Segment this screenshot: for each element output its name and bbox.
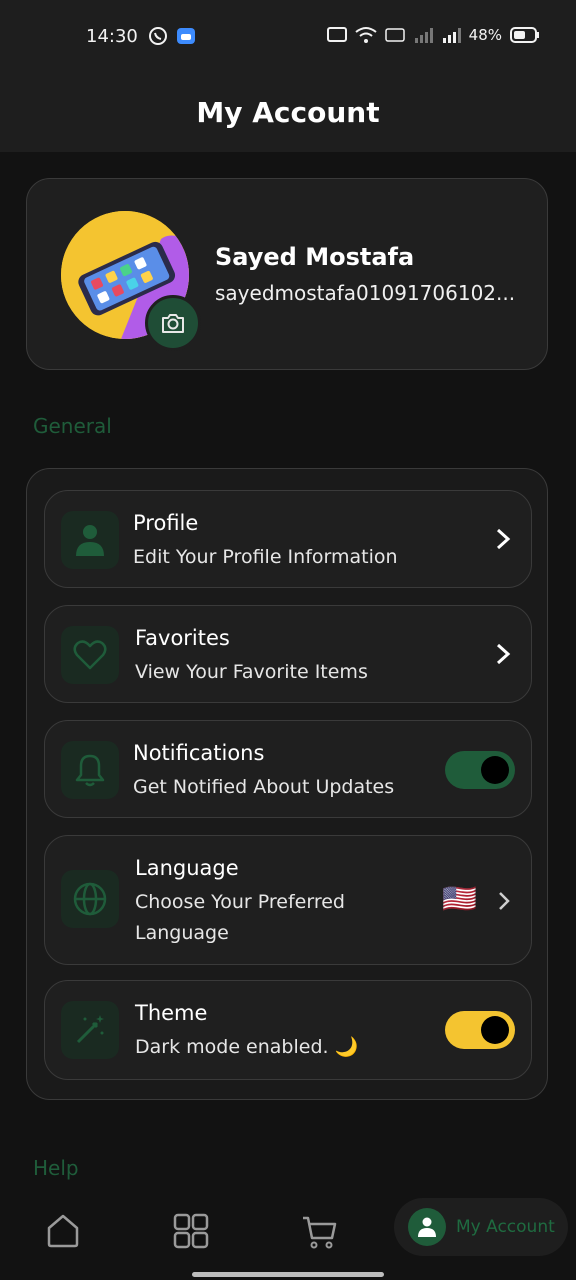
settings-item-subtitle: View Your Favorite Items [135,661,368,683]
theme-toggle[interactable] [445,1011,515,1049]
toggle-knob [481,1016,509,1044]
settings-item-subtitle: Get Notified About Updates [133,776,395,798]
wifi-icon [355,27,377,43]
person-icon [418,1217,436,1237]
volte-icon [384,28,405,42]
section-general-label: General [33,414,112,438]
flag-us-icon: 🇺🇸 [442,882,477,915]
home-indicator[interactable] [192,1272,384,1277]
settings-item-title: Language [135,856,239,880]
bell-icon [75,754,105,787]
settings-item-theme[interactable]: Theme Dark mode enabled. 🌙 [44,980,532,1080]
settings-card: Profile Edit Your Profile Information Fa… [26,468,548,1100]
user-name: Sayed Mostafa [215,243,415,271]
nav-home[interactable] [44,1212,82,1254]
android-studio-icon [177,28,195,44]
signal-weak-icon [414,28,433,43]
chevron-right-icon [499,892,510,910]
heart-icon [73,640,107,670]
section-help-label: Help [33,1156,79,1180]
change-photo-button[interactable] [145,295,201,351]
signal-icon [442,28,461,43]
nav-my-account-label: My Account [456,1217,555,1237]
settings-item-subtitle: Edit Your Profile Information [133,546,398,568]
nav-categories[interactable] [172,1212,210,1254]
settings-item-notifications[interactable]: Notifications Get Notified About Updates [44,720,532,818]
settings-item-title: Notifications [133,741,265,765]
chevron-right-icon [496,643,511,665]
status-bar: 14:30 48% [0,0,576,72]
settings-item-title: Favorites [135,626,230,650]
person-icon [76,525,104,556]
grid-icon [173,1213,209,1249]
app-header: My Account [0,72,576,152]
settings-item-subtitle: Dark mode enabled. 🌙 [135,1036,359,1058]
magic-wand-icon [76,1015,104,1044]
toggle-knob [481,756,509,784]
battery-icon [510,27,539,43]
nav-my-account[interactable]: My Account [394,1198,568,1256]
chevron-right-icon [496,528,511,550]
battery-percent: 48% [468,26,502,44]
status-time: 14:30 [86,26,138,47]
settings-item-profile[interactable]: Profile Edit Your Profile Information [44,490,532,588]
profile-card[interactable]: Sayed Mostafa sayedmostafa01091706102... [26,178,548,370]
camera-icon [162,314,184,333]
whatsapp-icon [149,27,167,45]
cast-icon [326,27,347,42]
settings-item-favorites[interactable]: Favorites View Your Favorite Items [44,605,532,703]
settings-item-title: Theme [135,1001,208,1025]
bottom-nav: My Account [0,1196,576,1280]
settings-item-language[interactable]: Language Choose Your Preferred Language … [44,835,532,965]
home-icon [47,1214,79,1248]
settings-item-title: Profile [133,511,199,535]
user-email: sayedmostafa01091706102... [215,281,516,305]
cart-icon [303,1216,337,1249]
globe-icon [73,882,107,916]
nav-cart[interactable] [300,1212,340,1256]
notifications-toggle[interactable] [445,751,515,789]
page-title: My Account [196,95,380,129]
settings-item-subtitle: Choose Your Preferred Language [135,891,345,944]
